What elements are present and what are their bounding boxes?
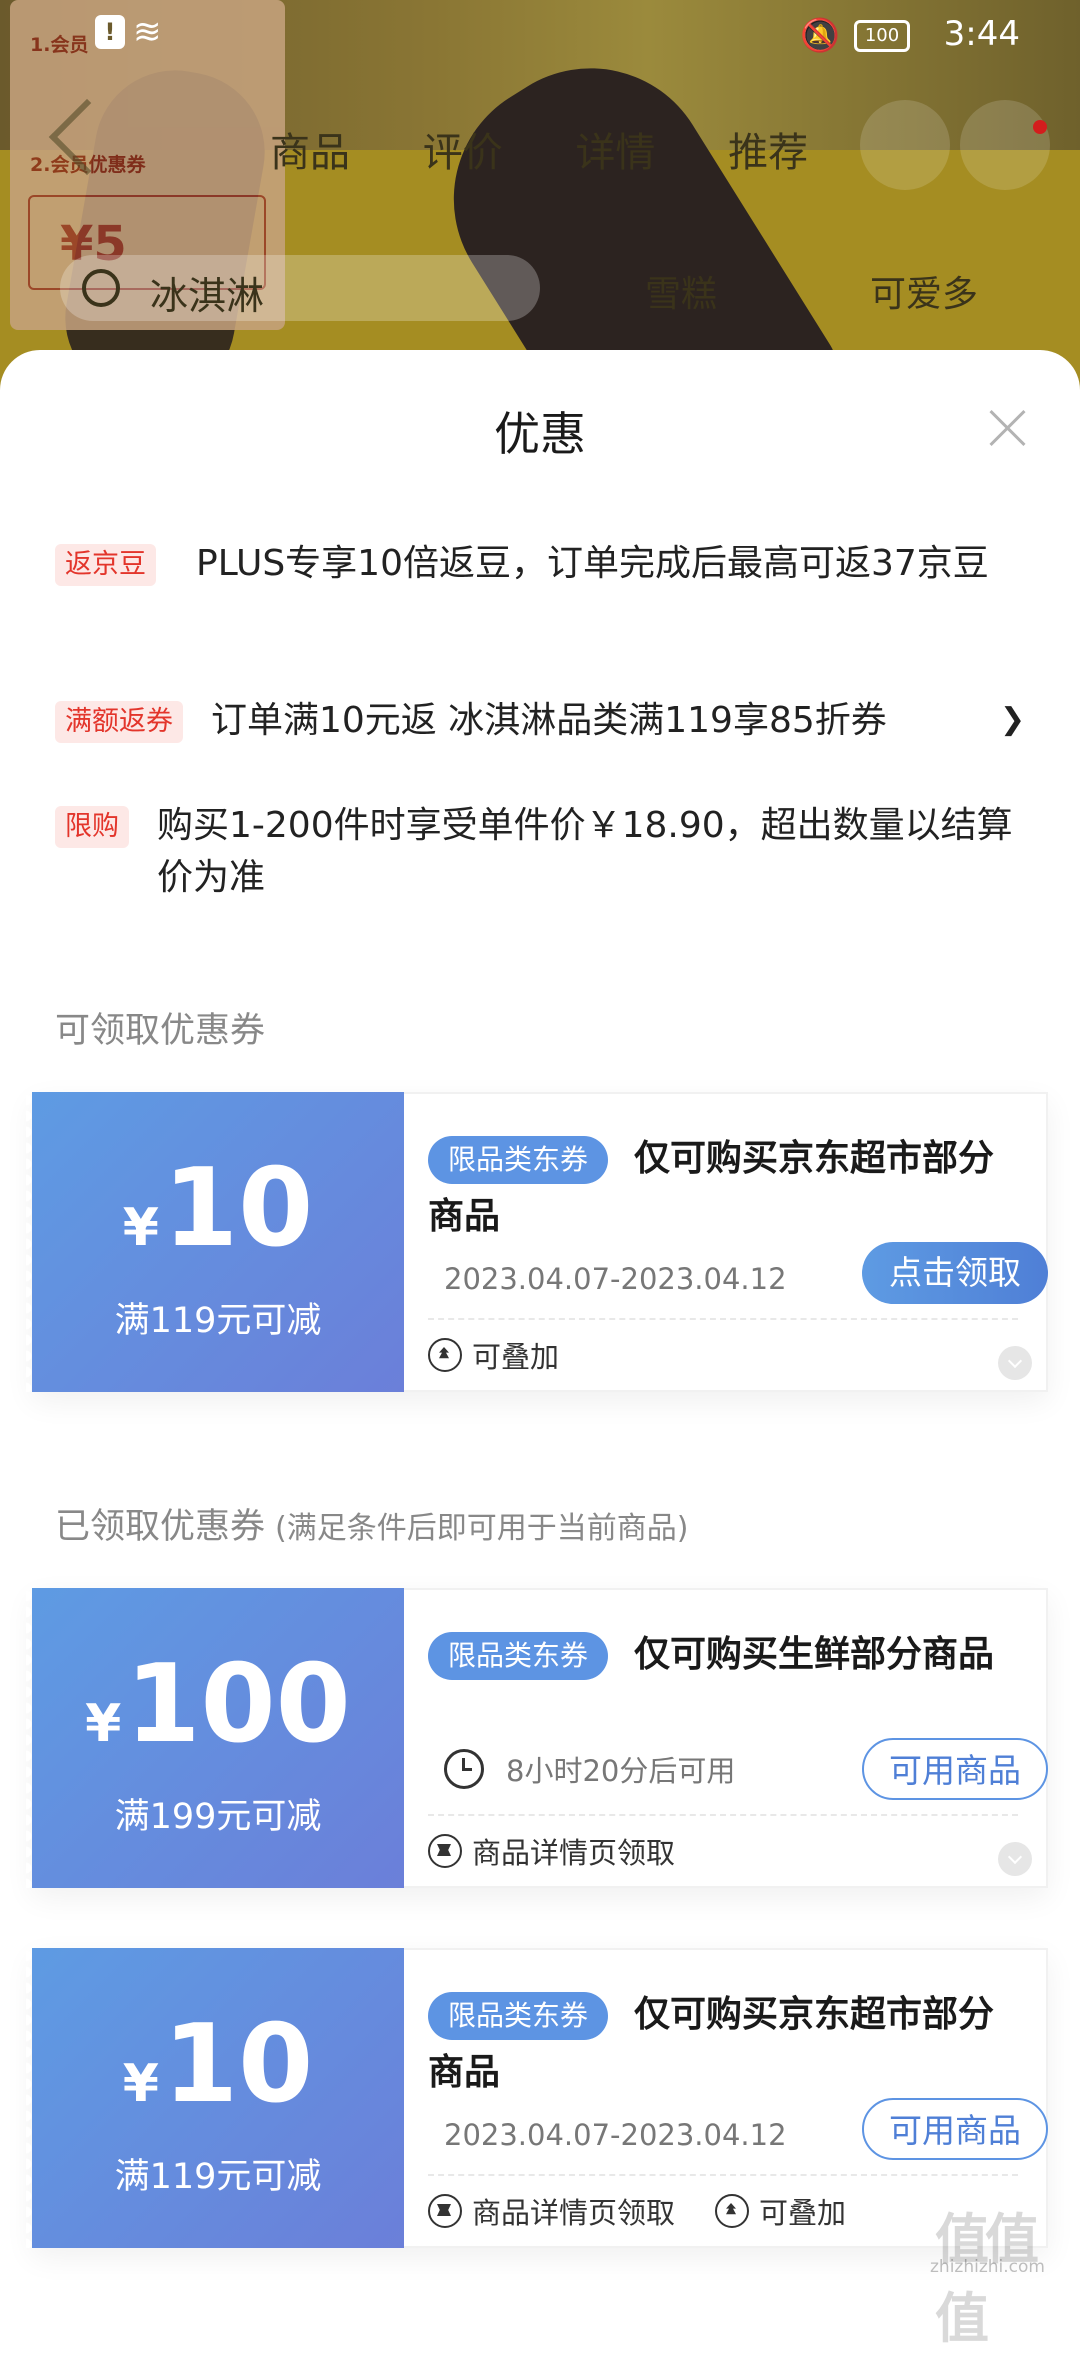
notification-dot bbox=[1033, 120, 1047, 134]
product-tabs: 商品 评价 详情 推荐 bbox=[270, 120, 868, 178]
status-bar: ! ≋ 🔕 100 3:44 bbox=[0, 0, 1080, 70]
stack-icon bbox=[428, 1338, 462, 1372]
currency-symbol: ¥ bbox=[122, 2054, 159, 2114]
promotion-tag: 返京豆 bbox=[55, 544, 156, 586]
ticket-icon bbox=[428, 2194, 462, 2228]
feature-stackable: 可叠加 bbox=[715, 2190, 846, 2232]
promotion-row: 返京豆 PLUS专享10倍返豆，订单完成后最高可返37京豆 bbox=[55, 538, 1015, 590]
sheet-title: 优惠 bbox=[494, 407, 586, 461]
tab-recommend: 推荐 bbox=[728, 130, 809, 176]
divider bbox=[428, 2174, 1018, 2176]
coupon-features: 可叠加 bbox=[428, 1334, 599, 1376]
chevron-right-icon[interactable]: ❯ bbox=[1000, 702, 1025, 737]
section-title-claimed: 已领取优惠券 (满足条件后即可用于当前商品) bbox=[55, 1498, 688, 1549]
coupon-title: 仅可购买生鲜部分商品 bbox=[634, 1634, 995, 1675]
feature-label: 商品详情页领取 bbox=[472, 2196, 676, 2230]
stack-icon bbox=[715, 2194, 750, 2228]
clock-icon bbox=[444, 1749, 484, 1789]
available-products-button[interactable]: 可用商品 bbox=[862, 1738, 1048, 1800]
expand-icon[interactable] bbox=[998, 1346, 1032, 1380]
tab-reviews: 评价 bbox=[422, 130, 503, 176]
close-icon[interactable] bbox=[988, 408, 1028, 448]
coupon-card: ¥100 满199元可减 限品类东券 仅可购买生鲜部分商品 8小时20分后可用 … bbox=[26, 1588, 1048, 1888]
share-icon bbox=[860, 100, 950, 190]
promotion-row: 限购 购买1-200件时享受单件价￥18.90，超出数量以结算价为准 bbox=[55, 800, 1015, 904]
expand-icon[interactable] bbox=[998, 1842, 1032, 1876]
feature-label: 可叠加 bbox=[759, 2196, 847, 2230]
feature-label: 可叠加 bbox=[472, 1340, 560, 1374]
promotion-tag: 满额返券 bbox=[55, 701, 183, 743]
coupon-value-panel: ¥100 满199元可减 bbox=[26, 1588, 404, 1888]
coupon-title: 仅可购买京东超市部分商品 bbox=[428, 1994, 995, 2093]
coupon-amount: ¥10 bbox=[32, 1154, 404, 1264]
feature-detail-page: 商品详情页领取 bbox=[428, 2190, 675, 2232]
coupon-detail-panel: 限品类东券 仅可购买京东超市部分商品 2023.04.07-2023.04.12… bbox=[404, 1092, 1048, 1392]
feature-label: 商品详情页领取 bbox=[472, 1836, 676, 1870]
tab-details: 详情 bbox=[575, 130, 656, 176]
tab-product: 商品 bbox=[270, 130, 350, 176]
coupon-value-panel: ¥10 满119元可减 bbox=[26, 1092, 404, 1392]
divider bbox=[428, 1814, 1018, 1816]
coupon-amount: ¥100 bbox=[32, 1650, 404, 1760]
alert-icon: ! bbox=[95, 15, 125, 49]
coupon-amount-value: 10 bbox=[162, 2002, 314, 2127]
promotion-tag: 限购 bbox=[55, 806, 129, 848]
coupon-condition: 满119元可减 bbox=[114, 1301, 322, 1341]
wifi-icon: ≋ bbox=[133, 12, 162, 52]
ticket-icon bbox=[428, 1834, 462, 1868]
search-bar: 冰淇淋 bbox=[60, 255, 540, 321]
coupon-timer: 8小时20分后可用 bbox=[444, 1748, 735, 1790]
coupon-condition: 满199元可减 bbox=[114, 1797, 322, 1837]
mute-bell-icon: 🔕 bbox=[800, 16, 840, 54]
feature-detail-page: 商品详情页领取 bbox=[428, 1830, 675, 1872]
coupon-value-panel: ¥10 满119元可减 bbox=[26, 1948, 404, 2248]
coupon-features: 商品详情页领取 bbox=[428, 1830, 715, 1872]
claimed-title: 已领取优惠券 bbox=[55, 1507, 266, 1547]
search-query: 冰淇淋 bbox=[150, 274, 265, 318]
category-chip: 可爱多 bbox=[870, 274, 979, 315]
discount-sheet: 优惠 返京豆 PLUS专享10倍返豆，订单完成后最高可返37京豆 满额返券 订单… bbox=[0, 350, 1080, 2280]
clock-time: 3:44 bbox=[943, 14, 1020, 54]
coupon-valid-date: 2023.04.07-2023.04.12 bbox=[444, 1262, 787, 1296]
category-chip: 雪糕 bbox=[645, 274, 718, 315]
coupon-amount: ¥10 bbox=[32, 2010, 404, 2120]
coupon-condition: 满119元可减 bbox=[114, 2157, 322, 2197]
coupon-valid-date: 2023.04.07-2023.04.12 bbox=[444, 2118, 787, 2152]
currency-symbol: ¥ bbox=[85, 1694, 122, 1754]
claim-coupon-button[interactable]: 点击领取 bbox=[862, 1242, 1048, 1304]
divider bbox=[428, 1318, 1018, 1320]
coupon-features: 商品详情页领取 可叠加 bbox=[428, 2190, 886, 2232]
battery-icon: 100 bbox=[854, 20, 910, 52]
coupon-card: ¥10 满119元可减 限品类东券 仅可购买京东超市部分商品 2023.04.0… bbox=[26, 1092, 1048, 1392]
coupon-card: ¥10 满119元可减 限品类东券 仅可购买京东超市部分商品 2023.04.0… bbox=[26, 1948, 1048, 2248]
coupon-amount-value: 100 bbox=[125, 1642, 351, 1767]
timer-text: 8小时20分后可用 bbox=[506, 1754, 736, 1788]
available-products-button[interactable]: 可用商品 bbox=[862, 2098, 1048, 2160]
coupon-detail-panel: 限品类东券 仅可购买生鲜部分商品 8小时20分后可用 可用商品 商品详情页领取 bbox=[404, 1588, 1048, 1888]
more-icon bbox=[960, 100, 1050, 190]
section-title-available: 可领取优惠券 bbox=[55, 1011, 266, 1051]
currency-symbol: ¥ bbox=[122, 1198, 159, 1258]
promotion-text: 订单满10元返 冰淇淋品类满119享85折券 bbox=[211, 700, 887, 741]
coupon-title: 仅可购买京东超市部分商品 bbox=[428, 1138, 995, 1237]
watermark-url: zhizhizhi.com bbox=[930, 2257, 1045, 2277]
claimed-subtitle: (满足条件后即可用于当前商品) bbox=[275, 1511, 689, 1546]
search-icon bbox=[82, 269, 120, 307]
promotion-text: 购买1-200件时享受单件价￥18.90，超出数量以结算价为准 bbox=[157, 805, 1013, 898]
feature-stackable: 可叠加 bbox=[428, 1334, 559, 1376]
coupon-amount-value: 10 bbox=[162, 1146, 314, 1271]
promotion-row[interactable]: 满额返券 订单满10元返 冰淇淋品类满119享85折券 bbox=[55, 695, 1015, 747]
promotion-text: PLUS专享10倍返豆，订单完成后最高可返37京豆 bbox=[196, 543, 989, 584]
